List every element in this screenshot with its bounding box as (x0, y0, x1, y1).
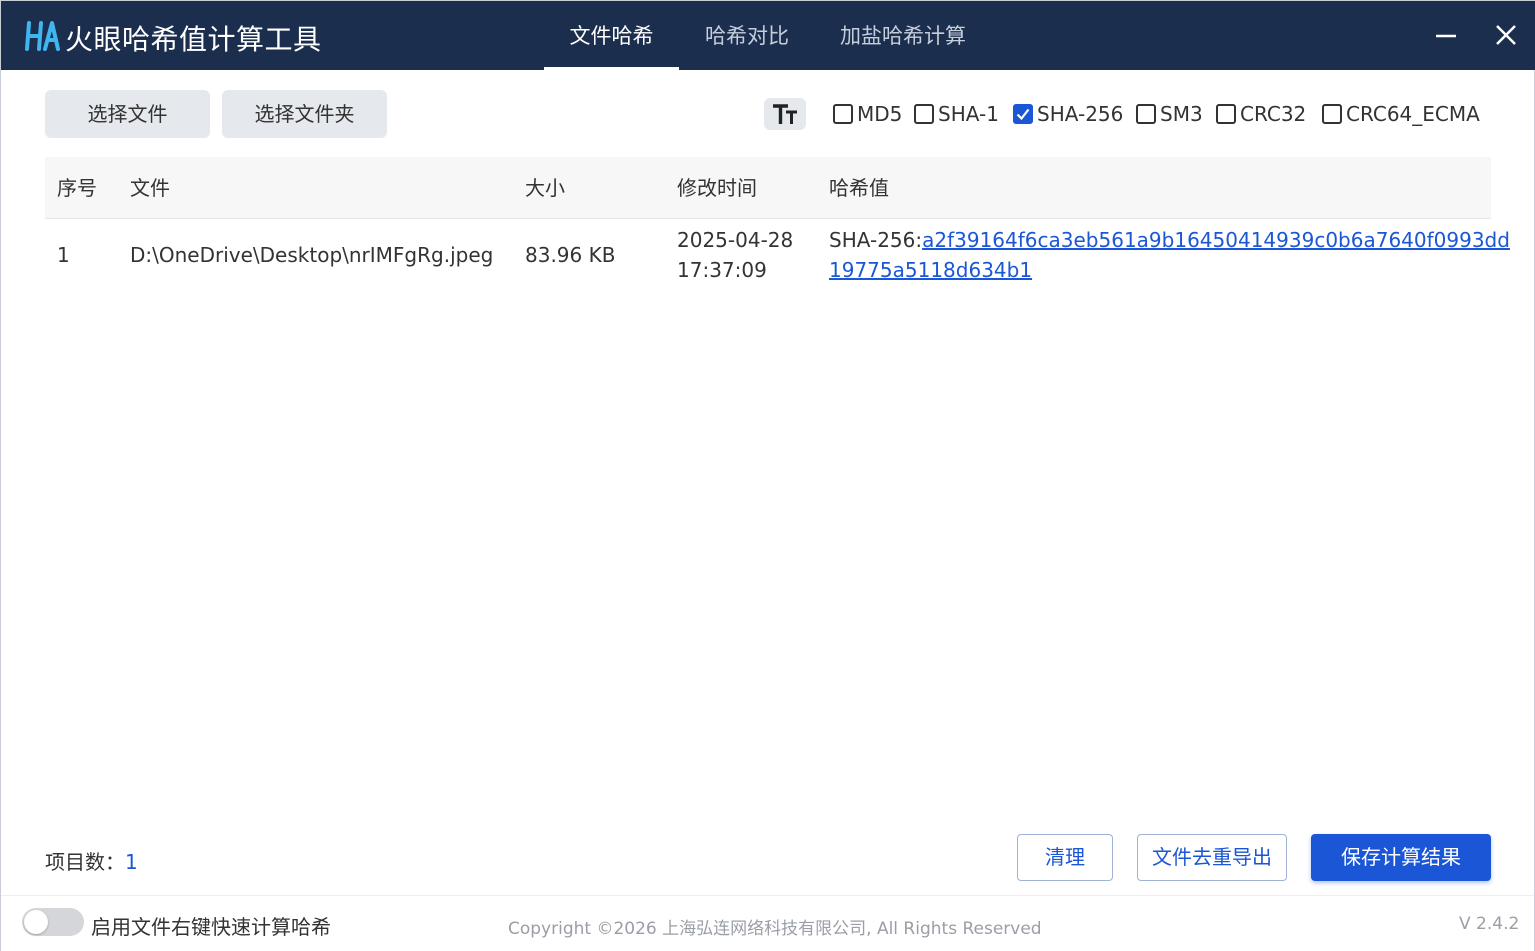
cell-index: 1 (57, 243, 70, 267)
algo-checkbox-sha1[interactable]: SHA-1 (914, 102, 999, 126)
tab-label: 哈希对比 (705, 24, 789, 48)
cell-modified-time: 17:37:09 (677, 258, 767, 282)
checkbox-box[interactable] (1322, 104, 1342, 124)
tab-hash-compare[interactable]: 哈希对比 (691, 1, 803, 70)
cell-file-path: D:\OneDrive\Desktop\nrIMFgRg.jpeg (130, 243, 494, 267)
app-logo-icon (25, 21, 60, 51)
toggle-knob (24, 910, 48, 934)
cell-hash-line-2: 19775a5118d634b1 (829, 255, 1032, 285)
title-bar: 火眼哈希值计算工具 文件哈希 哈希对比 加盐哈希计算 (1, 1, 1535, 70)
context-menu-toggle[interactable] (22, 908, 84, 936)
algo-checkbox-md5[interactable]: MD5 (833, 102, 902, 126)
select-file-button[interactable]: 选择文件 (45, 90, 210, 138)
column-header-index[interactable]: 序号 (57, 157, 97, 219)
text-size-icon (773, 104, 797, 124)
checkmark-icon (1016, 108, 1030, 121)
hash-value-link[interactable]: a2f39164f6ca3eb561a9b16450414939c0b6a764… (922, 228, 1510, 252)
item-count: 项目数：1 (45, 846, 138, 875)
app-window: 火眼哈希值计算工具 文件哈希 哈希对比 加盐哈希计算 选择文件 选择文件夹 MD… (0, 0, 1535, 951)
dedupe-export-button[interactable]: 文件去重导出 (1137, 834, 1287, 881)
checkbox-label: MD5 (857, 102, 903, 126)
checkbox-box[interactable] (833, 104, 853, 124)
item-count-value: 1 (125, 850, 138, 874)
minimize-button[interactable] (1426, 15, 1466, 55)
clear-button[interactable]: 清理 (1017, 834, 1113, 881)
tab-label: 加盐哈希计算 (840, 24, 966, 48)
save-results-button[interactable]: 保存计算结果 (1311, 834, 1491, 881)
tab-file-hash[interactable]: 文件哈希 (544, 1, 679, 70)
tab-salted-hash[interactable]: 加盐哈希计算 (827, 1, 979, 70)
context-menu-toggle-label: 启用文件右键快速计算哈希 (91, 915, 331, 939)
checkbox-label: SHA-1 (938, 102, 999, 126)
algo-checkbox-crc32[interactable]: CRC32 (1216, 102, 1306, 126)
checkbox-label: CRC32 (1240, 102, 1307, 126)
font-size-button[interactable] (764, 98, 806, 130)
copyright-text: Copyright ©2026 上海弘连网络科技有限公司, All Rights… (508, 919, 1042, 939)
app-title: 火眼哈希值计算工具 (65, 23, 322, 56)
hash-algorithm-prefix: SHA-256: (829, 228, 923, 252)
cell-hash-line-1: SHA-256:a2f39164f6ca3eb561a9b16450414939… (829, 225, 1510, 255)
table-header: 序号 文件 大小 修改时间 哈希值 (45, 157, 1491, 219)
minimize-icon (1436, 34, 1456, 38)
column-header-modified[interactable]: 修改时间 (677, 157, 757, 219)
item-count-label: 项目数： (45, 850, 125, 874)
select-folder-button[interactable]: 选择文件夹 (222, 90, 387, 138)
version-text: V 2.4.2 (1459, 914, 1520, 934)
checkbox-label: SHA-256 (1037, 102, 1124, 126)
checkbox-box[interactable] (1216, 104, 1236, 124)
checkbox-box[interactable] (914, 104, 934, 124)
algo-checkbox-sm3[interactable]: SM3 (1136, 102, 1203, 126)
column-header-size[interactable]: 大小 (525, 157, 565, 219)
active-tab-indicator (544, 67, 679, 70)
close-button[interactable] (1486, 15, 1526, 55)
column-header-file[interactable]: 文件 (130, 157, 170, 219)
algo-checkbox-crc64-ecma[interactable]: CRC64_ECMA (1322, 102, 1480, 126)
cell-size: 83.96 KB (525, 243, 616, 267)
checkbox-box[interactable] (1136, 104, 1156, 124)
tab-label: 文件哈希 (569, 24, 654, 48)
cell-modified-date: 2025-04-28 (677, 228, 794, 252)
checkbox-label: SM3 (1160, 102, 1203, 126)
hash-value-link[interactable]: 19775a5118d634b1 (829, 258, 1032, 282)
checkbox-box-checked[interactable] (1013, 104, 1033, 124)
column-header-hash[interactable]: 哈希值 (829, 157, 889, 219)
algo-checkbox-sha256[interactable]: SHA-256 (1013, 102, 1123, 126)
close-icon (1496, 25, 1516, 45)
checkbox-label: CRC64_ECMA (1346, 102, 1480, 126)
